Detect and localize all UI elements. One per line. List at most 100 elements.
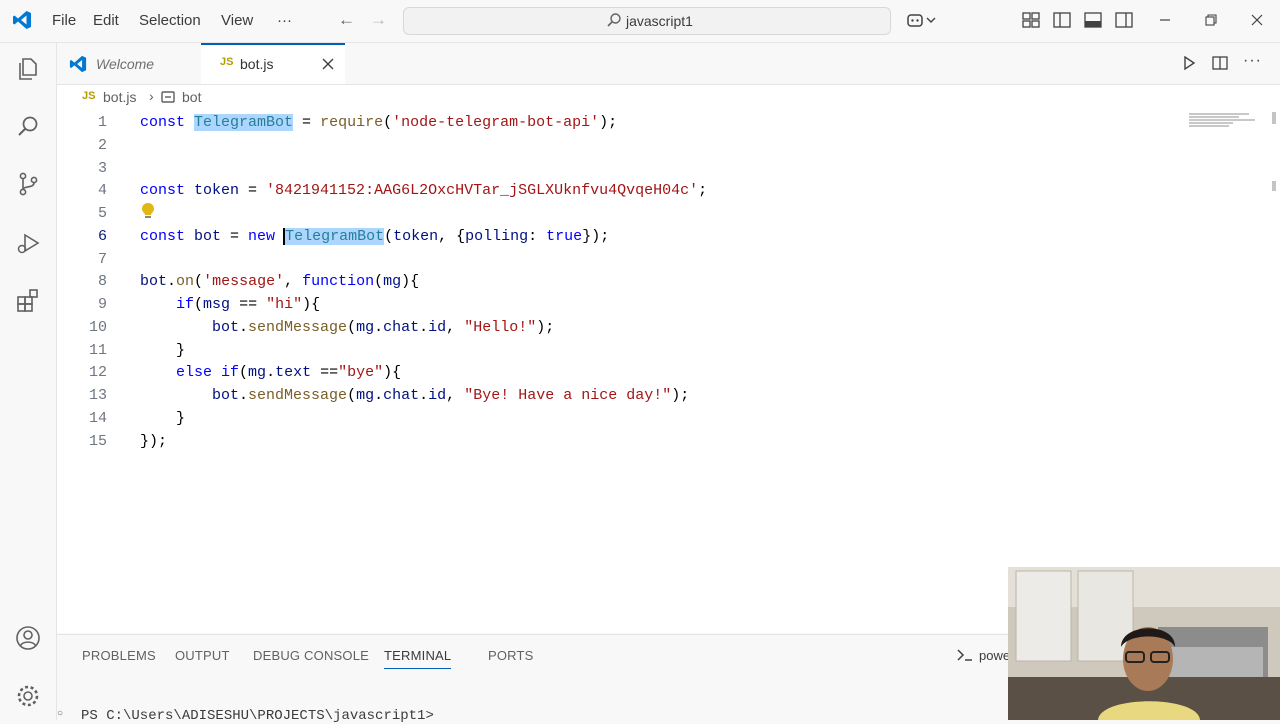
code-line[interactable]: 5 xyxy=(57,202,1257,225)
code-text[interactable]: const TelegramBot = require('node-telegr… xyxy=(140,111,617,134)
code-line[interactable]: 1 const TelegramBot = require('node-teleg… xyxy=(57,111,1257,134)
panel-tab-terminal[interactable]: TERMINAL xyxy=(384,648,452,669)
code-text[interactable]: const bot = new TelegramBot(token, {poll… xyxy=(140,225,609,248)
forward-arrow-icon[interactable]: → xyxy=(370,10,387,30)
code-token: ( xyxy=(384,227,394,245)
code-token: == xyxy=(311,364,339,382)
breadcrumb-symbol[interactable]: bot xyxy=(182,89,201,105)
breadcrumb-separator: › xyxy=(149,88,154,104)
code-token: ){ xyxy=(383,364,402,382)
line-number: 6 xyxy=(97,227,107,245)
tab-welcome[interactable]: Welcome xyxy=(57,43,201,84)
line-number: 10 xyxy=(88,318,107,336)
line-number: 1 xyxy=(97,114,107,131)
code-line[interactable]: 4 const token = '8421941152:AAG6L2OxcHVTa… xyxy=(57,179,1257,202)
line-number: 4 xyxy=(97,182,107,200)
code-text[interactable]: } xyxy=(140,407,185,430)
panel-tab-output[interactable]: OUTPUT xyxy=(175,648,230,663)
search-text: javascript1 xyxy=(626,13,693,29)
code-token: }); xyxy=(582,227,610,245)
code-line[interactable]: 2 xyxy=(57,134,1257,157)
tab-bot-js[interactable]: JS bot.js xyxy=(201,43,345,84)
code-token: ){ xyxy=(302,296,321,313)
copilot-icon[interactable] xyxy=(906,11,936,29)
terminal-name[interactable]: powe xyxy=(979,648,1010,663)
extensions-icon[interactable] xyxy=(14,287,42,315)
terminal-prompt[interactable]: PS C:\Users\ADISESHU\PROJECTS\javascript… xyxy=(81,708,434,724)
menu-view[interactable]: View xyxy=(221,12,253,29)
code-line[interactable]: 6 const bot = new TelegramBot(token, {pol… xyxy=(57,225,1257,248)
minimap[interactable] xyxy=(1189,113,1259,127)
panel-icon[interactable] xyxy=(1084,12,1102,28)
restore-icon[interactable] xyxy=(1204,14,1218,26)
code-text[interactable]: if(msg == "hi"){ xyxy=(140,293,320,316)
code-text[interactable]: bot.sendMessage(mg.chat.id, "Hello!"); xyxy=(140,316,554,339)
code-line[interactable]: 3 xyxy=(57,157,1257,180)
sidebar-right-icon[interactable] xyxy=(1115,12,1133,28)
search-view-icon[interactable] xyxy=(14,113,42,141)
panel-tab-debug-console[interactable]: DEBUG CONSOLE xyxy=(253,648,369,663)
account-icon[interactable] xyxy=(14,624,42,652)
layout-icon[interactable] xyxy=(1022,12,1040,28)
panel-tab-problems[interactable]: PROBLEMS xyxy=(82,648,156,663)
code-token: TelegramBot xyxy=(283,227,385,245)
menu-more[interactable]: ··· xyxy=(277,12,292,29)
line-number: 12 xyxy=(88,364,107,382)
js-file-icon: JS xyxy=(220,56,234,68)
back-arrow-icon[interactable]: ← xyxy=(338,10,355,30)
code-token: TelegramBot xyxy=(194,114,294,131)
editor-scrollbar[interactable] xyxy=(1268,109,1280,433)
code-text[interactable]: bot.on('message', function(mg){ xyxy=(140,270,419,293)
code-token: const xyxy=(140,114,195,131)
code-token: . xyxy=(374,387,384,404)
line-number: 14 xyxy=(88,409,107,427)
code-line[interactable]: 14 } xyxy=(57,407,1257,430)
code-text[interactable]: const token = '8421941152:AAG6L2OxcHVTar… xyxy=(140,179,707,202)
sidebar-left-icon[interactable] xyxy=(1053,12,1071,28)
code-token: "bye" xyxy=(338,364,384,382)
code-token: . xyxy=(419,318,429,336)
lightbulb-icon[interactable] xyxy=(140,202,156,220)
code-token: bot xyxy=(212,387,240,404)
tab-bot-js-label: bot.js xyxy=(240,56,274,72)
menu-selection[interactable]: Selection xyxy=(139,12,201,29)
code-line[interactable]: 15}); xyxy=(57,430,1257,453)
code-token: '8421941152:AAG6L2OxcHVTar_jSGLXUknfvu4Q… xyxy=(266,182,699,200)
command-center-search[interactable]: javascript1 xyxy=(403,7,891,35)
code-text[interactable]: }); xyxy=(140,430,167,453)
code-line[interactable]: 13 bot.sendMessage(mg.chat.id, "Bye! Hav… xyxy=(57,384,1257,407)
code-token: sendMessage xyxy=(248,387,348,404)
explorer-icon[interactable] xyxy=(14,55,42,83)
menu-file[interactable]: File xyxy=(52,12,76,29)
minimize-icon[interactable] xyxy=(1158,14,1172,26)
code-line[interactable]: 9 if(msg == "hi"){ xyxy=(57,293,1257,316)
close-icon[interactable] xyxy=(1250,13,1264,27)
code-editor[interactable]: 1 const TelegramBot = require('node-teleg… xyxy=(57,109,1280,633)
code-token: token xyxy=(393,227,439,245)
code-text[interactable]: else if(mg.text =="bye"){ xyxy=(140,361,401,384)
source-control-icon[interactable] xyxy=(14,170,42,198)
line-number: 7 xyxy=(97,250,107,268)
code-line[interactable]: 7 xyxy=(57,248,1257,271)
code-text[interactable]: bot.sendMessage(mg.chat.id, "Bye! Have a… xyxy=(140,384,689,407)
code-token: ( xyxy=(194,296,204,313)
terminal-icon[interactable] xyxy=(956,647,974,663)
more-actions-icon[interactable]: ··· xyxy=(1243,52,1262,70)
code-text[interactable]: } xyxy=(140,339,185,362)
run-icon[interactable] xyxy=(1181,55,1197,71)
split-editor-icon[interactable] xyxy=(1212,55,1228,71)
code-line[interactable]: 10 bot.sendMessage(mg.chat.id, "Hello!")… xyxy=(57,316,1257,339)
code-line[interactable]: 12 else if(mg.text =="bye"){ xyxy=(57,361,1257,384)
code-token: sendMessage xyxy=(248,318,348,336)
panel-tab-ports[interactable]: PORTS xyxy=(488,648,534,663)
code-line[interactable]: 8 bot.on('message', function(mg){ xyxy=(57,270,1257,293)
run-debug-icon[interactable] xyxy=(14,229,42,257)
search-icon xyxy=(607,13,621,27)
menu-edit[interactable]: Edit xyxy=(93,12,119,29)
settings-gear-icon[interactable] xyxy=(14,682,42,710)
code-line[interactable]: 11 } xyxy=(57,339,1257,362)
code-token: if xyxy=(176,296,195,313)
breadcrumb-file[interactable]: bot.js xyxy=(103,89,136,105)
tab-close-icon[interactable] xyxy=(321,57,335,71)
